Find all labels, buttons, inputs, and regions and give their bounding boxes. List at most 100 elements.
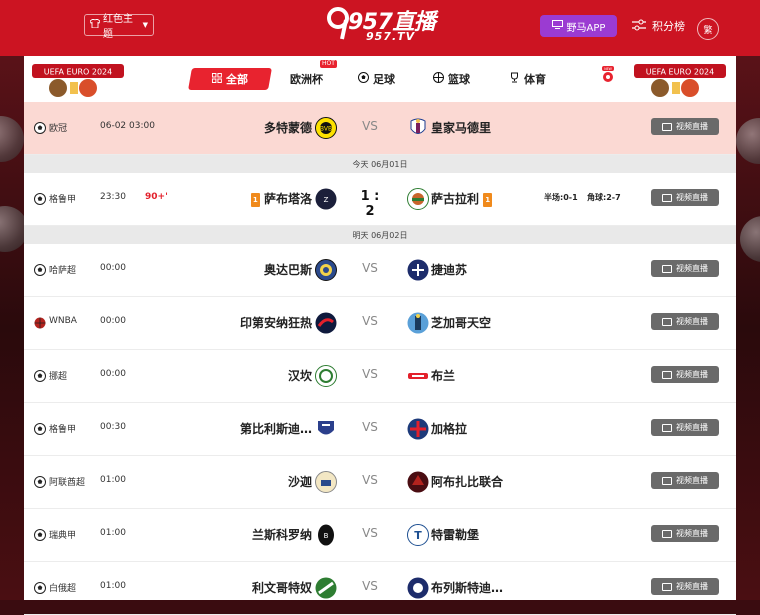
team-crest-icon: Z (315, 188, 337, 210)
match-row[interactable]: 阿联酋超 01:00 沙迦 VS 阿布扎比联合 视频直播 (24, 456, 736, 509)
tab-label: 篮球 (448, 73, 470, 86)
league-name: 欧冠 (49, 124, 68, 134)
svg-text:T: T (414, 529, 422, 542)
soccer-ball-icon (34, 476, 46, 488)
rank-tag: 1 (250, 192, 260, 207)
live-label: 视频直播 (676, 264, 708, 273)
away-team: 加格拉 (431, 422, 468, 436)
date-divider-tomorrow: 明天 06月02日 (24, 226, 736, 244)
soccer-ball-icon (34, 122, 46, 134)
video-live-button[interactable]: 视频直播 (651, 118, 719, 135)
video-live-button[interactable]: 视频直播 (651, 366, 719, 383)
standings-link[interactable]: 积分榜 (632, 15, 685, 37)
tab-football[interactable]: 足球 (358, 68, 395, 90)
euro-2024-badge-icon: UEFA EURO 2024 (32, 64, 124, 97)
svg-text:B: B (324, 532, 329, 540)
video-live-button[interactable]: 视频直播 (651, 313, 719, 330)
logo-sub: 957.TV (366, 30, 416, 43)
match-row[interactable]: 欧冠 06-02 03:00 多特蒙德 BVB VS 皇家马德里 视频直播 (24, 102, 736, 155)
match-row[interactable]: 格鲁甲 23:30 90+' 1 萨布塔洛 Z 1 : 2 萨古拉利 1 半场:… (24, 173, 736, 226)
video-live-button[interactable]: 视频直播 (651, 525, 719, 542)
rank-tag: 1 (483, 192, 493, 207)
tab-euro[interactable]: 欧洲杯 (290, 68, 323, 90)
live-label: 视频直播 (676, 193, 708, 202)
tab-basketball[interactable]: 篮球 (433, 68, 470, 90)
tab-bar: UEFA EURO 2024 全部 欧洲杯 HOT 足球 篮球 体育 NEW U… (24, 56, 736, 103)
away-team: 捷迪苏 (431, 263, 468, 277)
left-backdrop (0, 56, 28, 600)
league-name: 瑞典甲 (49, 531, 77, 541)
away-team: 布兰 (431, 369, 456, 383)
match-score: 1 : 2 (360, 189, 380, 219)
tab-all[interactable]: 全部 (188, 68, 272, 90)
home-team: 兰斯科罗纳 (251, 528, 312, 542)
tab-label: 体育 (524, 73, 546, 86)
match-row[interactable]: 哈萨超 00:00 奥达巴斯 VS 捷迪苏 视频直播 (24, 244, 736, 297)
video-live-button[interactable]: 视频直播 (651, 472, 719, 489)
site-logo[interactable]: 957直播 957.TV (326, 6, 446, 44)
basketball-icon (34, 317, 46, 329)
monitor-icon (551, 20, 563, 32)
home-team: 沙迦 (287, 475, 312, 489)
live-label: 视频直播 (676, 370, 708, 379)
vs-label: VS (362, 119, 378, 133)
match-row[interactable]: 瑞典甲 01:00 兰斯科罗纳 B VS T 特雷勒堡 视频直播 (24, 509, 736, 562)
svg-text:Z: Z (324, 196, 329, 204)
team-crest-icon (315, 312, 337, 334)
match-time: 23:30 (100, 192, 126, 202)
home-team: 1 萨布塔洛 (250, 190, 312, 207)
team-crest-icon: BVB (315, 117, 337, 139)
soccer-ball-icon (34, 529, 46, 541)
match-row[interactable]: 白俄超 01:00 利文哥特奴 VS 布列斯特迪… 视频直播 (24, 562, 736, 615)
team-crest-icon (315, 471, 337, 493)
video-live-button[interactable]: 视频直播 (651, 260, 719, 277)
tab-sports[interactable]: 体育 (509, 68, 546, 90)
tab-label: 全部 (226, 73, 248, 86)
away-team: 皇家马德里 (431, 121, 492, 135)
vs-label: VS (362, 579, 378, 593)
league-name: 格鲁甲 (49, 195, 77, 205)
team-crest-icon (315, 577, 337, 599)
tab-label: 足球 (373, 73, 395, 86)
soccer-ball-decoration (736, 118, 760, 164)
match-row[interactable]: 挪超 00:00 汉坎 VS 布兰 视频直播 (24, 350, 736, 403)
away-team-name: 萨古拉利 (431, 192, 480, 206)
home-team: 利文哥特奴 (251, 581, 312, 595)
match-row[interactable]: 格鲁甲 00:30 第比利斯迪… VS 加格拉 视频直播 (24, 403, 736, 456)
soccer-ball-icon (34, 423, 46, 435)
vs-label: VS (362, 314, 378, 328)
corner-count: 角球:2-7 (587, 193, 621, 202)
half-time-score: 半场:0-1 (544, 193, 578, 202)
league-name: 挪超 (49, 372, 68, 382)
euro-badge-text: UEFA EURO 2024 (44, 68, 112, 77)
new-badge-text: NEW (604, 67, 612, 71)
away-team: 特雷勒堡 (431, 528, 480, 542)
tv-icon (662, 582, 672, 591)
soccer-ball-decoration (0, 116, 24, 162)
sliders-icon (632, 19, 646, 34)
new-feature-badge[interactable]: NEW (600, 66, 616, 87)
league-name: 白俄超 (49, 584, 77, 594)
language-toggle[interactable]: 繁 (697, 18, 719, 40)
soccer-ball-icon (34, 582, 46, 594)
live-label: 视频直播 (676, 582, 708, 591)
tab-label: 欧洲杯 (290, 73, 323, 86)
app-download-button[interactable]: 野马APP (540, 15, 617, 37)
match-time: 00:00 (100, 316, 126, 326)
video-live-button[interactable]: 视频直播 (651, 419, 719, 436)
video-live-button[interactable]: 视频直播 (651, 578, 719, 595)
live-label: 视频直播 (676, 423, 708, 432)
euro-badge-text: UEFA EURO 2024 (646, 68, 714, 77)
team-crest-icon: T (407, 524, 429, 546)
video-live-button[interactable]: 视频直播 (651, 189, 719, 206)
match-row[interactable]: WNBA 00:00 印第安纳狂热 VS 芝加哥天空 视频直播 (24, 297, 736, 350)
home-team: 汉坎 (287, 369, 312, 383)
soccer-ball-icon (34, 193, 46, 205)
team-crest-icon (407, 577, 429, 599)
league-name: 格鲁甲 (49, 425, 77, 435)
team-crest-icon (410, 118, 426, 134)
theme-select[interactable]: 红色主题 ▼ (84, 14, 154, 40)
league-name: WNBA (49, 316, 77, 326)
svg-text:BVB: BVB (320, 126, 332, 133)
tv-icon (662, 476, 672, 485)
